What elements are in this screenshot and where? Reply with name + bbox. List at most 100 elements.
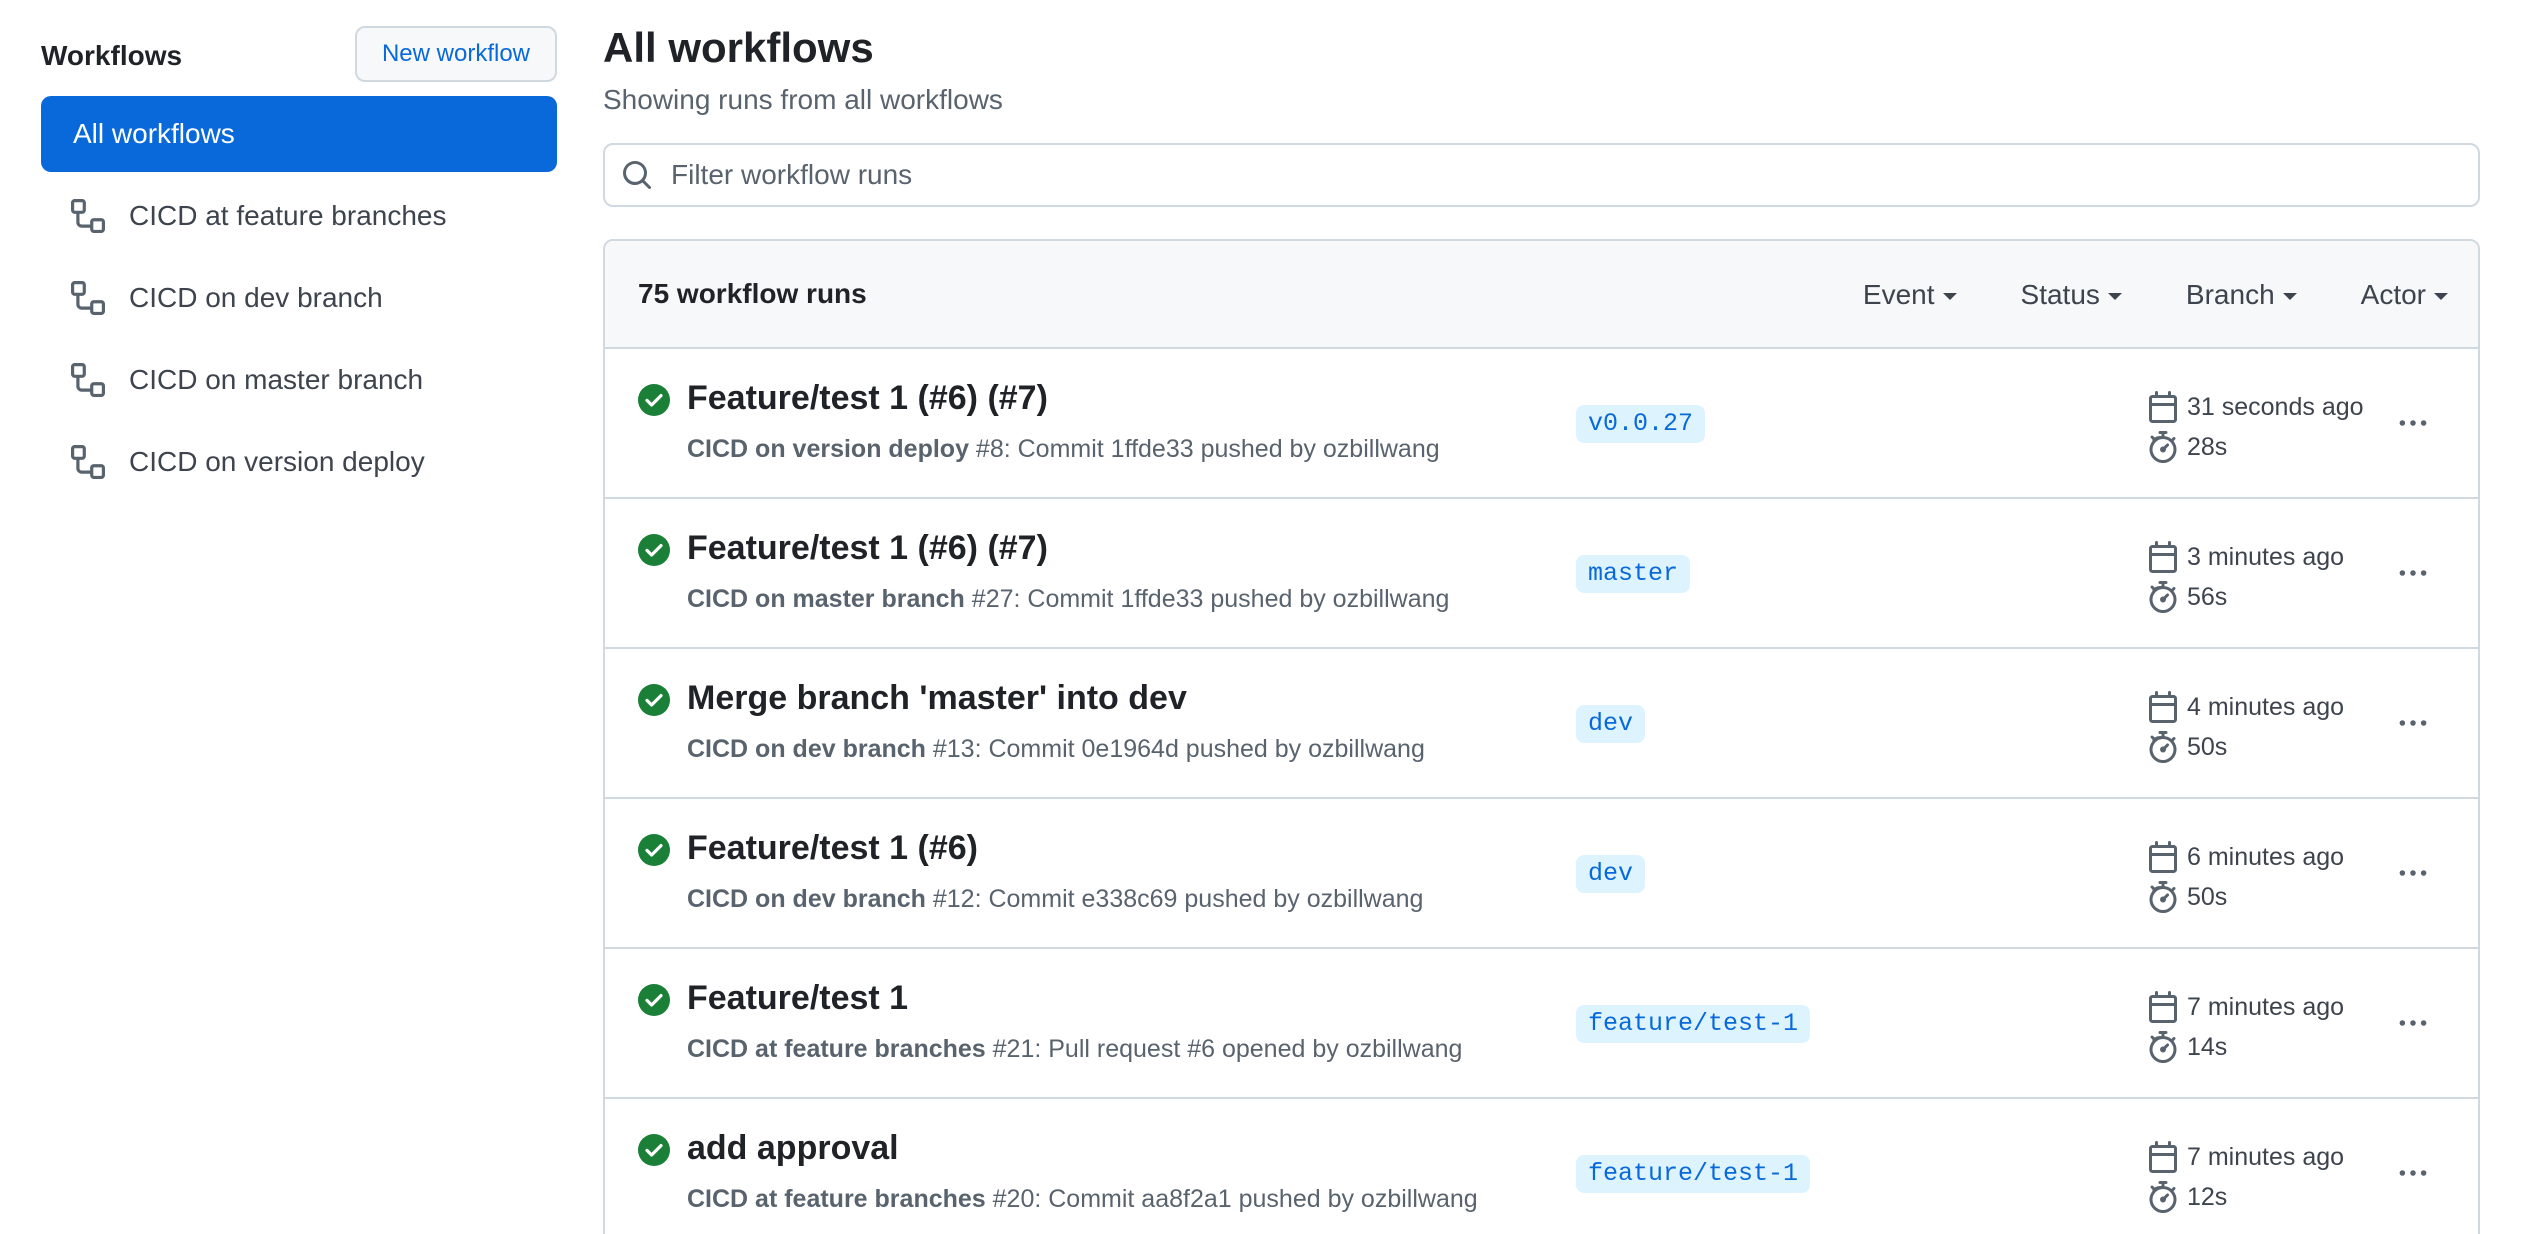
kebab-horizontal-icon[interactable] xyxy=(2385,703,2441,743)
kebab-horizontal-icon[interactable] xyxy=(2385,403,2441,443)
page: Workflows New workflow All workflows CIC… xyxy=(0,0,2526,1234)
status-filter-dropdown[interactable]: Status xyxy=(2021,279,2122,311)
run-workflow-name: CICD at feature branches xyxy=(687,1035,986,1063)
event-filter-dropdown[interactable]: Event xyxy=(1863,279,1957,311)
run-time-ago: 6 minutes ago xyxy=(2187,842,2345,871)
run-timing: 7 minutes ago 12s xyxy=(2147,1139,2344,1219)
workflow-run-row: Feature/test 1 (#6) CICD on dev branch #… xyxy=(605,799,2478,949)
run-workflow-name: CICD at feature branches xyxy=(687,1185,986,1213)
check-circle-icon xyxy=(638,684,670,716)
run-duration: 14s xyxy=(2187,1032,2228,1061)
run-title-link[interactable]: Feature/test 1 xyxy=(687,979,908,1018)
sidebar-item-cicd-dev-branch[interactable]: CICD on dev branch xyxy=(41,260,557,336)
caret-down-icon xyxy=(2107,293,2122,300)
run-time-ago: 31 seconds ago xyxy=(2187,392,2364,421)
run-detail: #8: Commit 1ffde33 pushed by ozbillwang xyxy=(968,435,1440,463)
run-detail: #27: Commit 1ffde33 pushed by ozbillwang xyxy=(964,585,1450,613)
kebab-horizontal-icon[interactable] xyxy=(2385,553,2441,593)
runs-count: 75 workflow runs xyxy=(638,278,867,309)
run-duration: 50s xyxy=(2187,732,2228,761)
run-title-link[interactable]: Merge branch 'master' into dev xyxy=(687,679,1187,718)
branch-tag[interactable]: feature/test-1 xyxy=(1576,1155,1811,1193)
run-workflow-name: CICD on dev branch xyxy=(687,735,926,763)
run-timing: 4 minutes ago 50s xyxy=(2147,689,2344,769)
check-circle-icon xyxy=(638,984,670,1016)
run-detail: #20: Commit aa8f2a1 pushed by ozbillwang xyxy=(985,1185,1478,1213)
kebab-horizontal-icon[interactable] xyxy=(2385,853,2441,893)
stopwatch-icon xyxy=(2147,731,2179,763)
run-workflow-name: CICD on dev branch xyxy=(687,885,926,913)
search-box[interactable] xyxy=(603,143,2480,207)
branch-filter-dropdown[interactable]: Branch xyxy=(2186,279,2297,311)
filter-label: Branch xyxy=(2185,279,2275,310)
calendar-icon xyxy=(2147,1141,2179,1173)
sidebar-item-cicd-version-deploy[interactable]: CICD on version deploy xyxy=(41,424,557,500)
sidebar-item-cicd-master-branch[interactable]: CICD on master branch xyxy=(41,342,557,418)
workflow-run-row: Feature/test 1 (#6) (#7) CICD on version… xyxy=(605,349,2478,499)
stopwatch-icon xyxy=(2147,1181,2179,1213)
run-timing: 6 minutes ago 50s xyxy=(2147,839,2344,919)
caret-down-icon xyxy=(2434,293,2448,300)
run-time-ago: 7 minutes ago xyxy=(2187,1142,2345,1171)
workflow-run-row: add approval CICD at feature branches #2… xyxy=(605,1099,2478,1234)
branch-tag[interactable]: v0.0.27 xyxy=(1576,405,1706,443)
workflow-run-row: Feature/test 1 CICD at feature branches … xyxy=(605,949,2478,1099)
workflow-icon xyxy=(71,199,105,233)
new-workflow-button[interactable]: New workflow xyxy=(354,26,557,82)
sidebar-item-all-workflows[interactable]: All workflows xyxy=(41,96,557,172)
run-duration: 12s xyxy=(2187,1182,2228,1211)
kebab-horizontal-icon[interactable] xyxy=(2385,1003,2441,1043)
filter-label: Actor xyxy=(2360,279,2426,310)
main-content: All workflows Showing runs from all work… xyxy=(603,22,2480,1234)
run-time-ago: 7 minutes ago xyxy=(2187,992,2345,1021)
run-time-ago: 3 minutes ago xyxy=(2187,542,2345,571)
run-detail: #12: Commit e338c69 pushed by ozbillwang xyxy=(925,885,1424,913)
sidebar-item-label: CICD on master branch xyxy=(129,364,424,395)
branch-tag[interactable]: dev xyxy=(1576,855,1646,893)
check-circle-icon xyxy=(638,384,670,416)
sidebar-item-label: CICD at feature branches xyxy=(129,200,447,231)
run-meta: CICD at feature branches #20: Commit aa8… xyxy=(687,1185,1478,1214)
stopwatch-icon xyxy=(2147,431,2179,463)
branch-tag[interactable]: master xyxy=(1576,555,1691,593)
kebab-horizontal-icon[interactable] xyxy=(2385,1153,2441,1193)
calendar-icon xyxy=(2147,541,2179,573)
workflow-icon xyxy=(71,281,105,315)
sidebar: Workflows New workflow All workflows CIC… xyxy=(41,26,557,506)
page-title: All workflows xyxy=(603,24,874,71)
run-title-link[interactable]: add approval xyxy=(687,1129,899,1168)
sidebar-item-label: CICD on dev branch xyxy=(129,282,383,313)
sidebar-item-cicd-feature-branches[interactable]: CICD at feature branches xyxy=(41,178,557,254)
run-workflow-name: CICD on master branch xyxy=(687,585,965,613)
run-meta: CICD on dev branch #12: Commit e338c69 p… xyxy=(687,885,1423,914)
search-icon xyxy=(621,159,653,191)
branch-tag[interactable]: dev xyxy=(1576,705,1646,743)
sidebar-title: Workflows xyxy=(41,40,183,71)
run-detail: #13: Commit 0e1964d pushed by ozbillwang xyxy=(925,735,1425,763)
filter-label: Status xyxy=(2020,279,2100,310)
actor-filter-dropdown[interactable]: Actor xyxy=(2361,279,2448,311)
run-meta: CICD on dev branch #13: Commit 0e1964d p… xyxy=(687,735,1425,764)
run-duration: 50s xyxy=(2187,882,2228,911)
sidebar-item-label: All workflows xyxy=(73,118,235,149)
stopwatch-icon xyxy=(2147,581,2179,613)
run-duration: 56s xyxy=(2187,582,2228,611)
run-title-link[interactable]: Feature/test 1 (#6) (#7) xyxy=(687,379,1048,418)
workflow-nav: All workflows CICD at feature branches C… xyxy=(41,96,557,500)
run-title-link[interactable]: Feature/test 1 (#6) (#7) xyxy=(687,529,1048,568)
calendar-icon xyxy=(2147,691,2179,723)
run-meta: CICD at feature branches #21: Pull reque… xyxy=(687,1035,1462,1064)
workflow-run-row: Feature/test 1 (#6) (#7) CICD on master … xyxy=(605,499,2478,649)
run-timing: 3 minutes ago 56s xyxy=(2147,539,2344,619)
filter-workflow-runs-input[interactable] xyxy=(671,159,2451,191)
stopwatch-icon xyxy=(2147,1031,2179,1063)
run-title-link[interactable]: Feature/test 1 (#6) xyxy=(687,829,978,868)
run-time-ago: 4 minutes ago xyxy=(2187,692,2345,721)
check-circle-icon xyxy=(638,534,670,566)
calendar-icon xyxy=(2147,841,2179,873)
calendar-icon xyxy=(2147,391,2179,423)
workflow-runs-list: 75 workflow runs Event Status Branch Act… xyxy=(603,239,2480,1234)
branch-tag[interactable]: feature/test-1 xyxy=(1576,1005,1811,1043)
workflow-icon xyxy=(71,363,105,397)
sidebar-header: Workflows New workflow xyxy=(41,26,557,82)
